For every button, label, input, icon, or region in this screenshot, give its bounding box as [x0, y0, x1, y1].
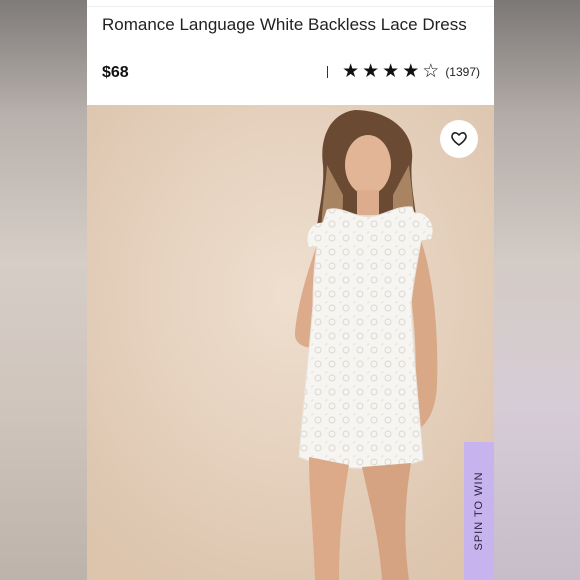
wishlist-button[interactable]: [440, 120, 478, 158]
model-photo-illustration: [87, 105, 494, 580]
star-empty-icon: ☆: [422, 61, 440, 82]
blurred-background-right: [493, 0, 580, 580]
product-price: $68: [102, 64, 129, 81]
product-header: Romance Language White Backless Lace Dre…: [87, 0, 494, 105]
product-title: Romance Language White Backless Lace Dre…: [102, 15, 467, 34]
blurred-background-left: [0, 0, 87, 580]
star-filled-icon: ★: [382, 61, 400, 82]
product-photo[interactable]: SPIN TO WIN: [87, 105, 494, 580]
star-filled-icon: ★: [362, 61, 380, 82]
heart-icon: [451, 132, 467, 146]
top-strip: [87, 0, 494, 7]
rating-count[interactable]: (1397): [445, 65, 480, 79]
star-filled-icon: ★: [402, 61, 420, 82]
spin-to-win-tab[interactable]: SPIN TO WIN: [464, 442, 494, 580]
spin-to-win-label: SPIN TO WIN: [473, 471, 485, 551]
star-filled-icon: ★: [342, 61, 360, 82]
product-card: Romance Language White Backless Lace Dre…: [87, 0, 494, 580]
rating-divider: [327, 66, 329, 78]
rating-row[interactable]: ★ ★ ★ ★ ☆ (1397): [327, 62, 480, 82]
